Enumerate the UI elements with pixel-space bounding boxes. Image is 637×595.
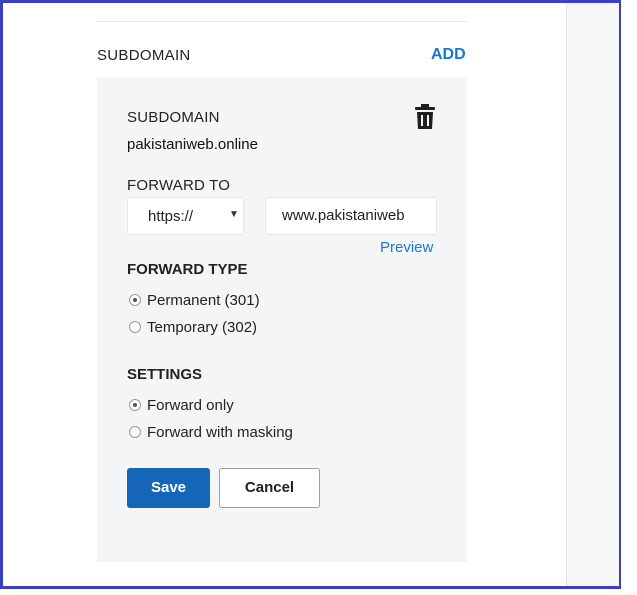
radio-label: Forward only [147,397,234,414]
trash-icon-glyph [415,104,435,129]
radio-button[interactable] [129,321,141,333]
radio-button[interactable] [129,294,141,306]
forward-to-label: FORWARD TO [127,177,231,194]
radio-button[interactable] [129,399,141,411]
destination-url-input[interactable]: www.pakistaniweb [265,197,437,235]
radio-button[interactable] [129,426,141,438]
protocol-select-value: https:// [148,208,194,225]
preview-link[interactable]: Preview [380,239,433,256]
radio-label: Permanent (301) [147,292,260,309]
subdomain-value: pakistaniweb.online [127,136,258,153]
right-side-pane [566,3,619,586]
cancel-button[interactable]: Cancel [219,468,320,508]
protocol-select[interactable]: https:// ▼ [127,197,244,235]
section-title: SUBDOMAIN [97,47,191,64]
save-button[interactable]: Save [127,468,210,508]
radio-label: Forward with masking [147,424,293,441]
radio-label: Temporary (302) [147,319,258,336]
add-subdomain-link[interactable]: ADD [431,46,466,64]
trash-icon[interactable] [414,104,436,130]
chevron-down-icon: ▼ [229,209,239,220]
divider [97,21,467,22]
forward-type-heading: FORWARD TYPE [127,261,248,278]
settings-heading: SETTINGS [127,366,203,383]
subdomain-label: SUBDOMAIN [127,109,220,126]
